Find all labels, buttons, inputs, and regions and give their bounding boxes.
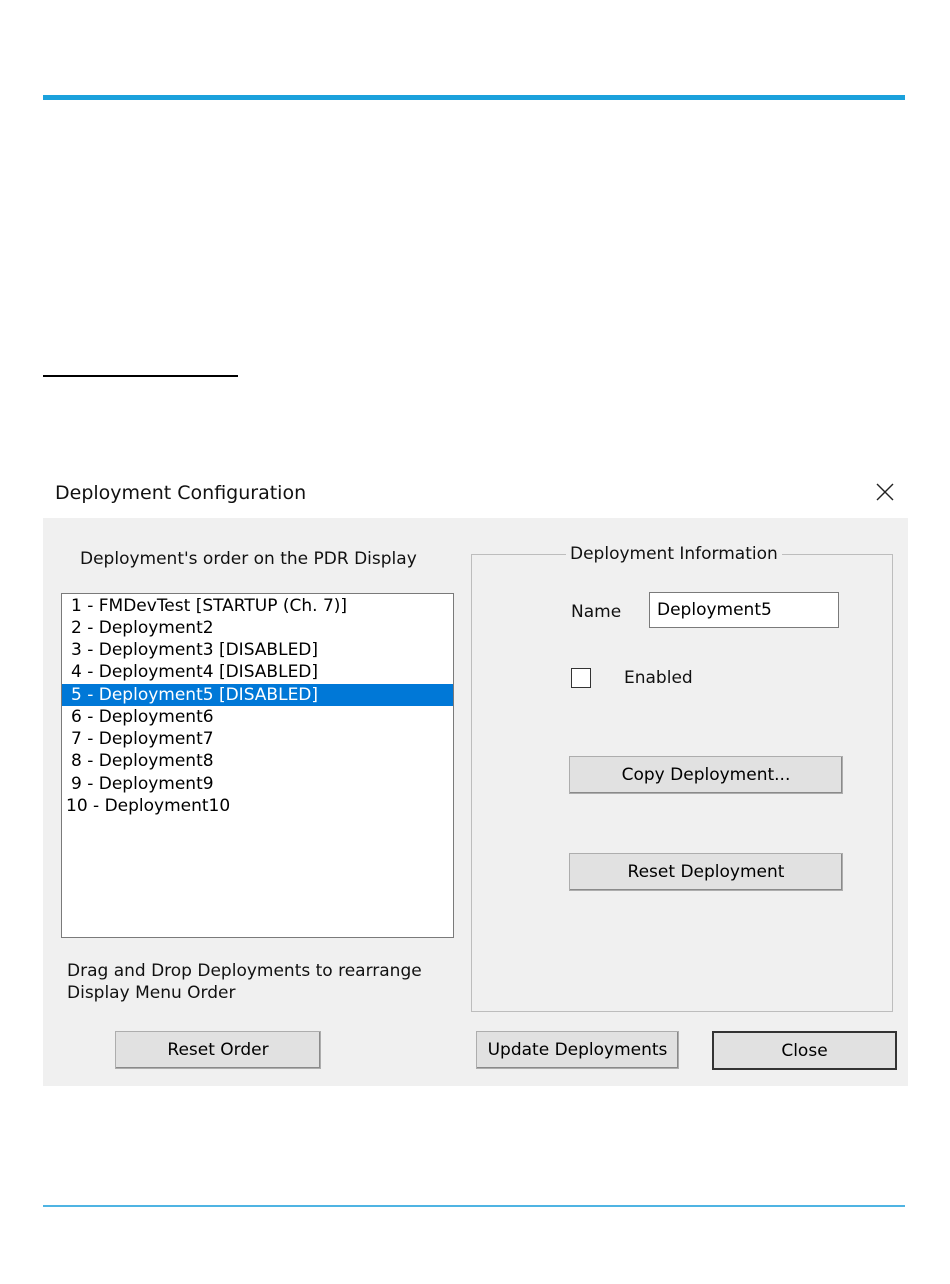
list-item[interactable]: 3 - Deployment3 [DISABLED] (62, 639, 453, 661)
copy-deployment-button[interactable]: Copy Deployment... (569, 756, 843, 794)
list-item[interactable]: 10 - Deployment10 (62, 795, 453, 817)
reset-deployment-button[interactable]: Reset Deployment (569, 853, 843, 891)
section-underline (43, 375, 238, 377)
list-item[interactable]: 7 - Deployment7 (62, 728, 453, 750)
deployment-info-legend: Deployment Information (566, 544, 782, 564)
enabled-label: Enabled (624, 668, 693, 688)
enabled-checkbox[interactable] (571, 668, 591, 688)
header-rule (43, 95, 905, 100)
list-item[interactable]: 4 - Deployment4 [DISABLED] (62, 661, 453, 683)
update-deployments-button[interactable]: Update Deployments (476, 1031, 679, 1069)
reset-order-button[interactable]: Reset Order (115, 1031, 321, 1069)
deployment-order-list[interactable]: 1 - FMDevTest [STARTUP (Ch. 7)] 2 - Depl… (61, 593, 454, 938)
drag-hint-line2: Display Menu Order (67, 983, 236, 1003)
dialog-title: Deployment Configuration (55, 482, 307, 504)
list-item[interactable]: 1 - FMDevTest [STARTUP (Ch. 7)] (62, 595, 453, 617)
close-icon[interactable] (873, 480, 897, 504)
list-item[interactable]: 2 - Deployment2 (62, 617, 453, 639)
drag-hint-line1: Drag and Drop Deployments to rearrange (67, 961, 422, 981)
order-heading: Deployment's order on the PDR Display (80, 549, 417, 569)
name-label: Name (571, 602, 622, 622)
list-item[interactable]: 8 - Deployment8 (62, 750, 453, 772)
list-item[interactable]: 6 - Deployment6 (62, 706, 453, 728)
list-item[interactable]: 9 - Deployment9 (62, 773, 453, 795)
deployment-name-field[interactable] (649, 592, 839, 628)
footer-rule (43, 1205, 905, 1207)
list-item-selected[interactable]: 5 - Deployment5 [DISABLED] (62, 684, 453, 706)
close-button[interactable]: Close (712, 1031, 897, 1070)
